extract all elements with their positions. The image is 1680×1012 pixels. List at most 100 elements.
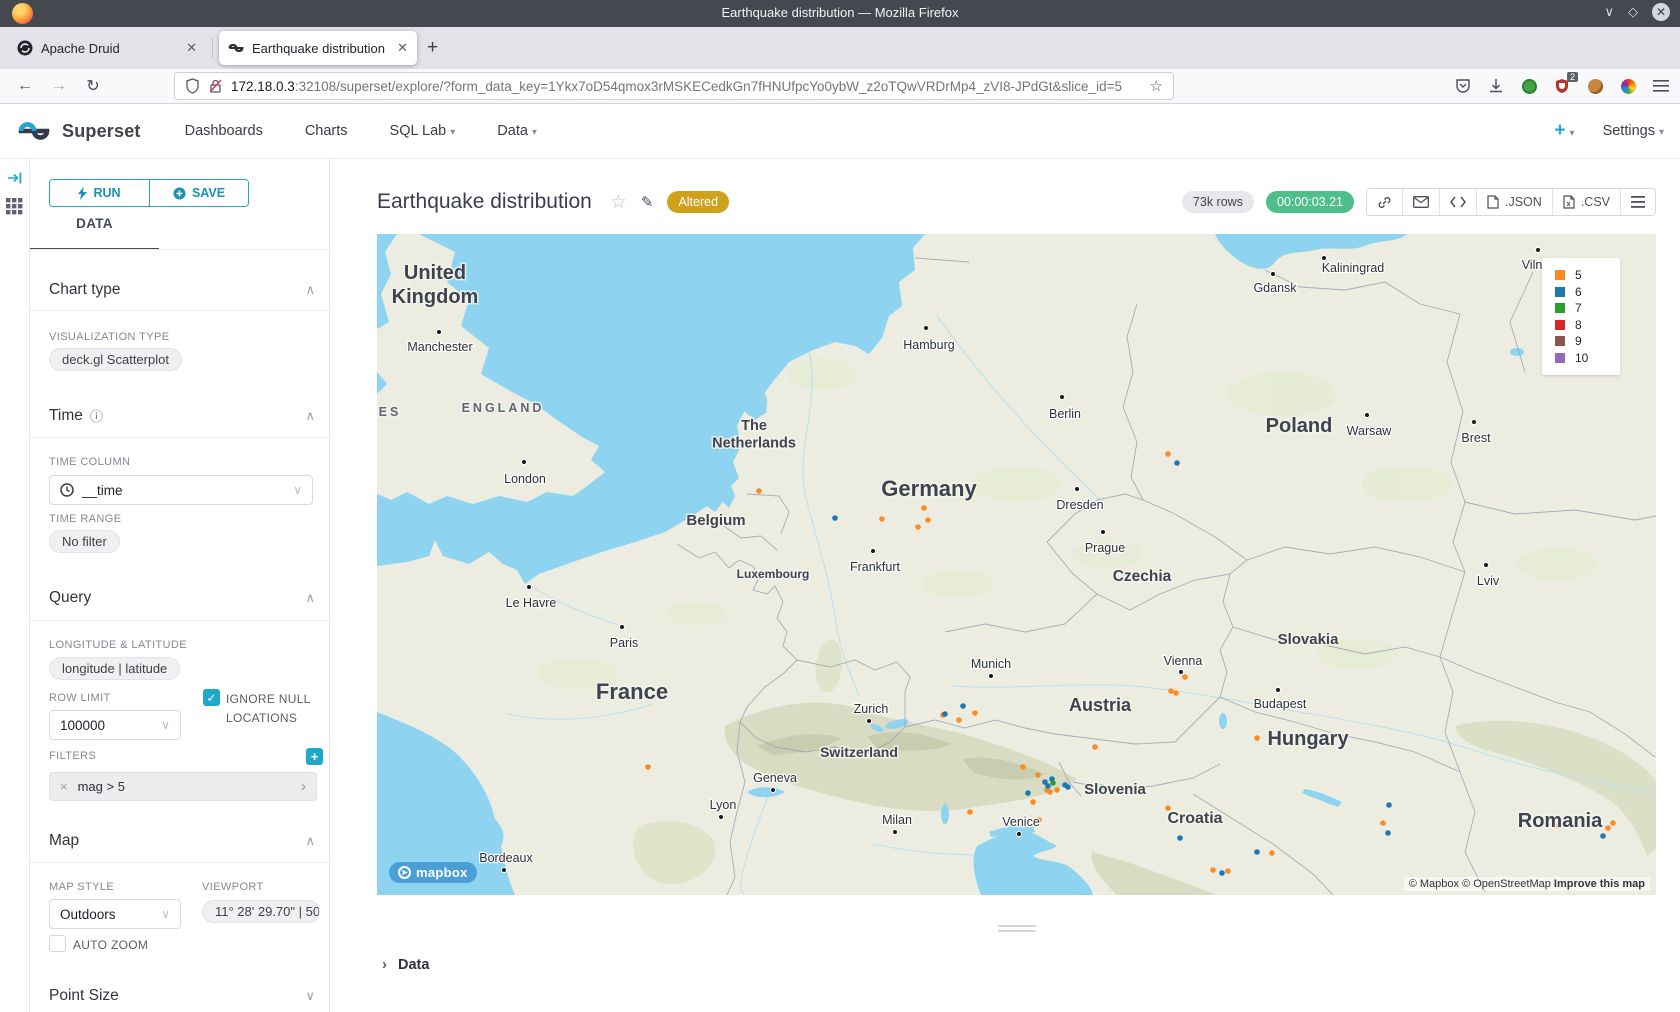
legend-entry[interactable]: 9 bbox=[1555, 333, 1620, 350]
earthquake-point-mag5[interactable] bbox=[921, 505, 927, 511]
earthquake-point-mag5[interactable] bbox=[1380, 820, 1386, 826]
earthquake-point-mag6[interactable] bbox=[960, 703, 966, 709]
section-time[interactable]: Timeⓘ∧ bbox=[49, 406, 315, 425]
lonlat-value[interactable]: longitude | latitude bbox=[49, 657, 180, 680]
earthquake-point-mag6[interactable] bbox=[1600, 833, 1606, 839]
earthquake-point-mag5[interactable] bbox=[645, 764, 651, 770]
earthquake-point-mag5[interactable] bbox=[1254, 735, 1260, 741]
maximize-icon[interactable]: ◇ bbox=[1628, 4, 1638, 20]
extension-icon-green[interactable] bbox=[1520, 77, 1538, 95]
export-json-button[interactable]: .JSON bbox=[1476, 189, 1552, 215]
nav-item-dashboards[interactable]: Dashboards bbox=[185, 123, 263, 139]
nav-item-data[interactable]: Data▾ bbox=[497, 123, 537, 139]
run-button[interactable]: RUN bbox=[50, 180, 149, 206]
legend-entry[interactable]: 7 bbox=[1555, 300, 1620, 317]
export-csv-button[interactable]: .CSV bbox=[1552, 189, 1620, 215]
tab-earthquake-distribution[interactable]: Earthquake distribution ✕ bbox=[219, 31, 417, 65]
earthquake-point-mag5[interactable] bbox=[1173, 690, 1179, 696]
legend-entry[interactable]: 10 bbox=[1555, 350, 1620, 367]
earthquake-point-mag5[interactable] bbox=[956, 717, 962, 723]
shield-icon[interactable] bbox=[185, 78, 200, 94]
legend-entry[interactable]: 5 bbox=[1555, 267, 1620, 284]
earthquake-point-mag6[interactable] bbox=[1025, 790, 1031, 796]
map-style-select[interactable]: Outdoors∨ bbox=[49, 899, 181, 929]
row-limit-select[interactable]: 100000∨ bbox=[49, 710, 181, 740]
data-panel-toggle[interactable]: › Data bbox=[382, 956, 429, 973]
mapbox-logo[interactable]: ➤mapbox bbox=[389, 862, 477, 883]
add-filter-button[interactable]: + bbox=[306, 748, 323, 765]
favorite-star-icon[interactable]: ☆ bbox=[610, 191, 627, 214]
downloads-icon[interactable] bbox=[1487, 77, 1505, 95]
earthquake-point-mag5[interactable] bbox=[1165, 451, 1171, 457]
earthquake-point-mag6[interactable] bbox=[832, 515, 838, 521]
earthquake-point-mag6[interactable] bbox=[1065, 784, 1071, 790]
save-button[interactable]: SAVE bbox=[149, 180, 248, 206]
earthquake-point-mag6[interactable] bbox=[1385, 830, 1391, 836]
nav-item-sql-lab[interactable]: SQL Lab▾ bbox=[390, 123, 456, 139]
earthquake-point-mag5[interactable] bbox=[1047, 789, 1053, 795]
improve-map-link[interactable]: Improve this map bbox=[1554, 878, 1645, 890]
close-icon[interactable]: ✕ bbox=[1652, 3, 1670, 21]
nav-item-charts[interactable]: Charts bbox=[305, 123, 348, 139]
earthquake-point-mag5[interactable] bbox=[756, 488, 762, 494]
superset-logo[interactable]: Superset bbox=[16, 119, 141, 143]
earthquake-point-mag5[interactable] bbox=[967, 809, 973, 815]
earthquake-point-mag5[interactable] bbox=[1168, 688, 1174, 694]
back-button[interactable]: ← bbox=[10, 77, 40, 95]
earthquake-point-mag5[interactable] bbox=[1035, 772, 1041, 778]
earthquake-point-mag6[interactable] bbox=[1045, 783, 1051, 789]
earthquake-point-mag5[interactable] bbox=[1610, 820, 1616, 826]
altered-badge[interactable]: Altered bbox=[667, 191, 729, 213]
pocket-icon[interactable] bbox=[1454, 77, 1472, 95]
earthquake-point-mag5[interactable] bbox=[1225, 868, 1231, 874]
tab-close-icon[interactable]: ✕ bbox=[397, 40, 408, 56]
section-map[interactable]: Map∧ bbox=[49, 832, 315, 850]
earthquake-point-mag5[interactable] bbox=[1182, 674, 1188, 680]
deckgl-map[interactable]: UnitedKingdomENGLANDESTheNetherlandsBelg… bbox=[377, 234, 1656, 895]
viz-type-value[interactable]: deck.gl Scatterplot bbox=[49, 348, 182, 371]
menu-icon[interactable] bbox=[1652, 77, 1670, 95]
tab-data[interactable]: DATA bbox=[30, 216, 159, 231]
earthquake-point-mag6[interactable] bbox=[942, 711, 948, 717]
earthquake-point-mag5[interactable] bbox=[972, 710, 978, 716]
legend-entry[interactable]: 8 bbox=[1555, 317, 1620, 334]
section-query[interactable]: Query∧ bbox=[49, 589, 315, 607]
more-options-button[interactable] bbox=[1620, 189, 1655, 215]
legend-entry[interactable]: 6 bbox=[1555, 284, 1620, 301]
bookmark-star-icon[interactable]: ☆ bbox=[1150, 77, 1163, 95]
add-chart-button[interactable]: +▾ bbox=[1554, 120, 1574, 142]
earthquake-point-mag5[interactable] bbox=[1269, 850, 1275, 856]
earthquake-point-mag6[interactable] bbox=[1254, 849, 1260, 855]
earthquake-point-mag6[interactable] bbox=[1386, 802, 1392, 808]
earthquake-point-mag5[interactable] bbox=[1210, 867, 1216, 873]
time-column-select[interactable]: __time ∨ bbox=[49, 475, 313, 505]
settings-menu[interactable]: Settings▾ bbox=[1603, 123, 1664, 139]
section-chart-type[interactable]: Chart type∧ bbox=[49, 281, 315, 299]
insecure-lock-icon[interactable] bbox=[208, 78, 223, 94]
viewport-value[interactable]: 11° 28' 29.70" | 50... bbox=[202, 900, 320, 923]
earthquake-point-mag5[interactable] bbox=[1092, 744, 1098, 750]
earthquake-point-mag6[interactable] bbox=[1219, 870, 1225, 876]
earthquake-point-mag5[interactable] bbox=[1020, 764, 1026, 770]
new-tab-button[interactable]: + bbox=[427, 37, 438, 59]
tab-close-icon[interactable]: ✕ bbox=[186, 40, 197, 56]
earthquake-point-mag5[interactable] bbox=[915, 524, 921, 530]
remove-filter-icon[interactable]: × bbox=[60, 779, 68, 794]
earthquake-point-mag5[interactable] bbox=[879, 516, 885, 522]
forward-button[interactable]: → bbox=[44, 77, 74, 95]
ignore-null-checkbox[interactable]: ✓ bbox=[203, 689, 220, 706]
copy-link-button[interactable] bbox=[1367, 189, 1402, 215]
earthquake-point-mag7[interactable] bbox=[1050, 780, 1056, 786]
reload-button[interactable]: ↻ bbox=[78, 76, 108, 96]
earthquake-point-mag6[interactable] bbox=[1174, 460, 1180, 466]
earthquake-point-mag5[interactable] bbox=[925, 517, 931, 523]
tab-apache-druid[interactable]: Apache Druid ✕ bbox=[8, 31, 206, 65]
extension-icon-colorful[interactable] bbox=[1619, 77, 1637, 95]
ublock-icon[interactable]: 2 bbox=[1553, 77, 1571, 95]
dataset-grid-icon[interactable] bbox=[6, 198, 23, 215]
embed-code-button[interactable] bbox=[1439, 189, 1476, 215]
email-button[interactable] bbox=[1402, 189, 1439, 215]
earthquake-point-mag5[interactable] bbox=[1054, 787, 1060, 793]
resize-handle[interactable] bbox=[998, 925, 1036, 935]
edit-properties-icon[interactable]: ✎ bbox=[641, 193, 654, 211]
